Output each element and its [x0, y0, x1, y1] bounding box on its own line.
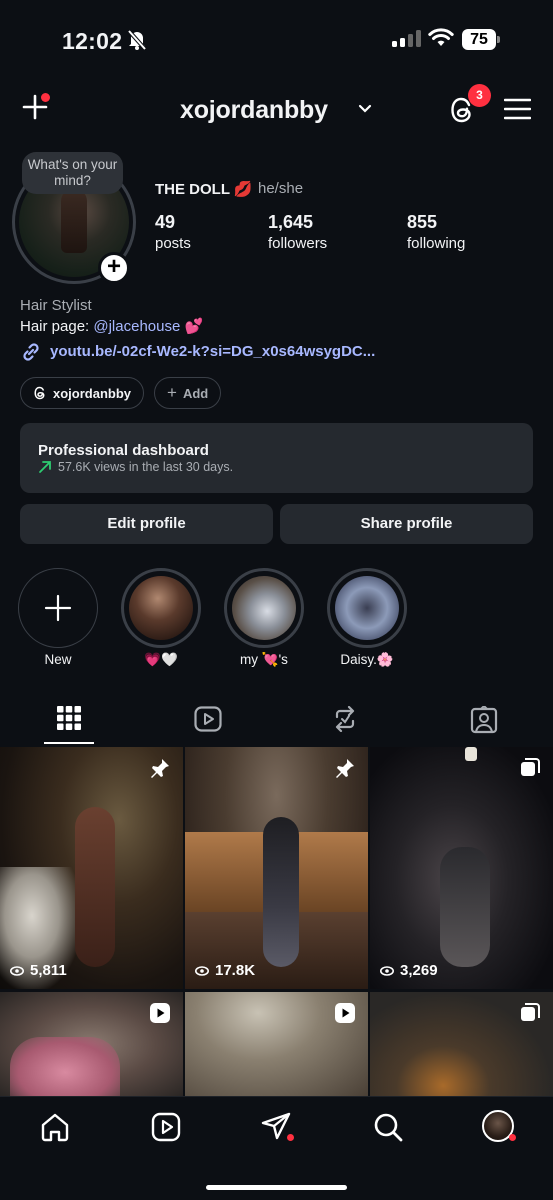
notification-dot	[41, 93, 50, 102]
highlight-cover	[232, 576, 296, 640]
chevron-down-icon[interactable]	[358, 104, 372, 114]
edit-profile-button[interactable]: Edit profile	[20, 504, 273, 544]
threads-profile-chip[interactable]: xojordanbby	[20, 377, 145, 409]
highlight-label: my 💘's	[240, 652, 288, 667]
view-count-text: 17.8K	[215, 962, 256, 979]
bio-suffix: 💕	[180, 318, 204, 335]
share-profile-button[interactable]: Share profile	[280, 504, 533, 544]
tagged-icon[interactable]	[470, 706, 498, 734]
battery-nub	[497, 36, 500, 43]
profile-category: Hair Stylist	[20, 297, 92, 314]
dashboard-title: Professional dashboard	[38, 442, 209, 459]
eye-icon	[10, 965, 24, 976]
stat-label: followers	[268, 235, 328, 252]
active-tab-indicator	[44, 742, 94, 744]
dashboard-subtitle: 57.6K views in the last 30 days.	[58, 460, 234, 474]
add-chip[interactable]: + Add	[154, 377, 222, 409]
post-tile[interactable]: 5,811	[0, 747, 183, 989]
stat-label: following	[407, 235, 466, 252]
reel-icon	[335, 1003, 355, 1023]
carousel-icon	[521, 1003, 540, 1021]
wifi-icon	[428, 28, 454, 48]
reposts-icon[interactable]	[332, 706, 358, 732]
view-count-text: 5,811	[30, 962, 67, 979]
view-count: 17.8K	[195, 962, 255, 979]
post-tile[interactable]: 17.8K	[185, 747, 368, 989]
note-bubble[interactable]: What's on your mind?	[22, 152, 123, 194]
bio-prefix: Hair page:	[20, 318, 94, 335]
highlight-label: 💗🤍	[144, 652, 178, 667]
stat-value: 855	[407, 212, 438, 232]
highlight-item[interactable]	[224, 568, 304, 648]
reels-icon[interactable]	[194, 706, 222, 732]
cellular-signal-icon	[392, 30, 421, 47]
highlight-label: New	[44, 652, 72, 667]
post-tile[interactable]: 3,269	[370, 747, 553, 989]
pronouns: he/she	[258, 180, 304, 197]
bell-muted-icon	[127, 29, 147, 51]
following-count[interactable]: 855 following	[407, 212, 465, 252]
home-indicator[interactable]	[206, 1185, 347, 1190]
posts-count[interactable]: 49 posts	[155, 212, 191, 252]
highlight-item[interactable]	[327, 568, 407, 648]
eye-icon	[380, 965, 394, 976]
stat-value: 49	[155, 212, 176, 232]
messages-notification-dot	[287, 1134, 294, 1141]
plus-icon: +	[167, 383, 177, 402]
threads-icon	[34, 386, 45, 400]
reels-icon[interactable]	[151, 1112, 181, 1142]
add-chip-label: Add	[182, 385, 209, 401]
search-icon[interactable]	[373, 1112, 403, 1142]
bio-text: Hair page: @jlacehouse 💕	[20, 317, 203, 335]
post-tile[interactable]	[0, 992, 183, 1096]
eye-icon	[195, 965, 209, 976]
pin-icon	[151, 759, 169, 778]
stat-label: posts	[155, 235, 191, 252]
profile-username[interactable]: xojordanbby	[180, 96, 328, 125]
trending-up-icon	[38, 460, 52, 474]
status-time: 12:02	[62, 28, 123, 54]
post-tile[interactable]	[185, 992, 368, 1096]
home-icon[interactable]	[40, 1112, 70, 1142]
highlight-item[interactable]	[121, 568, 201, 648]
threads-notification-badge: 3	[468, 84, 491, 107]
view-count: 3,269	[380, 962, 438, 979]
threads-chip-label: xojordanbby	[53, 385, 132, 401]
display-name: THE DOLL 💋	[155, 181, 253, 198]
bio-mention-link[interactable]: @jlacehouse	[93, 318, 180, 335]
battery-indicator: 75	[462, 29, 496, 50]
view-count-text: 3,269	[400, 962, 438, 979]
followers-count[interactable]: 1,645 followers	[268, 212, 327, 252]
link-icon	[20, 341, 42, 363]
reel-icon	[150, 1003, 170, 1023]
highlight-label: Daisy.🌸	[340, 652, 394, 667]
highlight-cover	[129, 576, 193, 640]
stat-value: 1,645	[268, 212, 314, 232]
carousel-icon	[521, 758, 540, 776]
highlight-cover	[335, 576, 399, 640]
bio-external-link[interactable]: youtu.be/-02cf-We2-k?si=DG_x0s64wsygDC..…	[50, 343, 375, 360]
post-tile[interactable]	[370, 992, 553, 1096]
plus-icon	[44, 594, 72, 622]
add-story-button[interactable]: +	[98, 252, 130, 284]
grid-icon[interactable]	[57, 706, 81, 730]
hamburger-menu-icon[interactable]	[504, 98, 531, 120]
view-count: 5,811	[10, 962, 67, 979]
pin-icon	[336, 759, 354, 778]
profile-notification-dot	[509, 1134, 516, 1141]
